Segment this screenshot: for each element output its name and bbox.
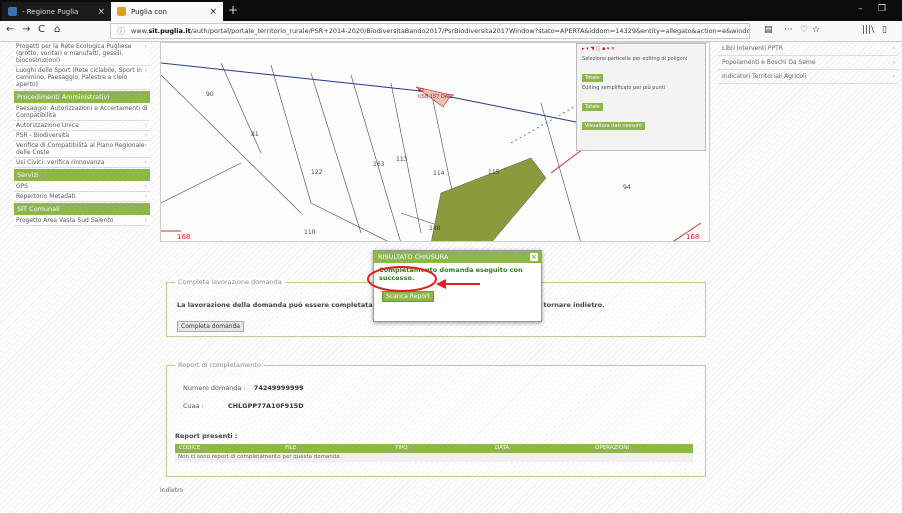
parcel-label: 168 [686, 233, 700, 241]
sidebar-item-area-vasta[interactable]: Progetto Area Vasta Sud Salento › [14, 216, 150, 226]
complete-domanda-button[interactable]: Completa domanda [177, 321, 245, 332]
sidebar-item-usi-civici[interactable]: Usi Civici: verifica rinnovanza › [14, 158, 150, 168]
column-header: CODICE [179, 445, 201, 451]
map-tool-icons[interactable]: ▸ ▾ ◥ ▢ ▪ ▾ ✕ [577, 44, 705, 54]
tab-regione-puglia[interactable]: - Regione Puglia × [2, 2, 111, 21]
cuaa: Cuaa : CHLGPP77A10F915D [183, 402, 304, 410]
parcel-label: 122 [311, 169, 323, 176]
column-header: OPERAZIONI [595, 445, 629, 451]
right-item-libri[interactable]: Libri Interventi PPTR › [718, 42, 898, 56]
minimize-icon[interactable]: – [858, 4, 863, 14]
parcel-label: 168 [177, 233, 191, 241]
browser-navbar: ← → C ⌂ ⓘ www. sit.puglia.it/auth/portal/… [0, 21, 902, 42]
result-dialog: RISULTATO CHIUSURA × Completamento doman… [373, 250, 542, 322]
bookmark-star-icon[interactable]: ☆ [812, 25, 820, 35]
reload-icon[interactable]: C [38, 24, 45, 35]
map-tools-panel: ▸ ▾ ◥ ▢ ▪ ▾ ✕ Selezione particelle per e… [576, 43, 706, 151]
tool-button[interactable]: Totale [582, 74, 603, 82]
tab-close-icon[interactable]: × [209, 7, 217, 17]
page-actions-icon[interactable]: ··· [784, 25, 793, 35]
parcel-label: 113 [396, 156, 408, 163]
right-item-popolamenti[interactable]: Popolamenti e Boschi Da Seme › [718, 56, 898, 70]
parcel-label: 115 [488, 169, 500, 176]
scarica-report-button[interactable]: Scarica Report [382, 291, 434, 302]
back-icon[interactable]: ← [6, 24, 14, 35]
back-link[interactable]: Indietro [160, 487, 183, 494]
tab-title: - Regione Puglia [22, 7, 79, 16]
url-prefix: www. [131, 27, 149, 35]
numero-domanda: Numero domanda :74249999999 [183, 384, 304, 392]
parcel-label: 110 [304, 229, 316, 236]
dialog-message: Completamento domanda eseguito con succe… [379, 266, 523, 282]
table-row: Non ci sono report di completamento per … [175, 453, 693, 462]
sidebar-item-gps[interactable]: GPS › [14, 182, 150, 192]
column-header: FILE [285, 445, 297, 451]
report-table-header: CODICE FILE TIPO DATA OPERAZIONI [175, 444, 693, 453]
sidebar-item-luoghi-sport[interactable]: Luoghi dello Sport (Rete ciclabile, Spor… [14, 66, 150, 90]
reports-title: Report presenti : [175, 432, 238, 440]
parcel-label: 94 [623, 184, 631, 191]
column-header: DATA [495, 445, 510, 451]
dialog-title: RISULTATO CHIUSURA [378, 253, 449, 261]
tab-close-icon[interactable]: × [97, 7, 105, 17]
tool-label: Editing semplificato per più punti [582, 85, 666, 91]
sidebar-toggle-icon[interactable]: ▯ [882, 25, 887, 35]
maximize-icon[interactable]: ❐ [878, 4, 886, 14]
sidebar-section-procedimenti[interactable]: Procedimenti Amministrativi [14, 91, 150, 103]
tab-puglia-con[interactable]: Puglia con × [111, 2, 223, 21]
column-header: TIPO [395, 445, 408, 451]
url-bar[interactable]: ⓘ www. sit.puglia.it/auth/portal/portale_… [110, 23, 750, 39]
tool-label: Selezione particelle per editing di poli… [582, 56, 688, 62]
sidebar-item-psr-biodiversita[interactable]: PSR - Biodiversità › [14, 131, 150, 141]
gis-map[interactable]: 90 81 122 163 113 114 115 94 148 110 168… [160, 42, 710, 242]
report-panel: Report di completamento Numero domanda :… [166, 361, 706, 477]
library-icon[interactable]: |||\ [862, 25, 874, 35]
url-domain: sit.puglia.it [148, 27, 191, 35]
panel-legend: Completa lavorazione domanda [175, 278, 285, 286]
panel-legend: Report di completamento [175, 361, 264, 369]
tab-title: Puglia con [131, 7, 167, 16]
new-tab-icon[interactable]: + [228, 3, 238, 17]
sidebar-item-autorizzazione-unica[interactable]: Autorizzazione Unica › [14, 121, 150, 131]
close-icon[interactable]: × [530, 253, 538, 261]
sidebar-item-piano-coste[interactable]: Verifica di Compatibilità al Piano Regio… [14, 141, 150, 158]
highlight-parcel-label: 92 USB 157 DALE [418, 88, 455, 100]
browser-tabbar: - Regione Puglia × Puglia con × + – ❐ [0, 0, 902, 21]
sidebar-item-rete-ecologica[interactable]: Progetti per la Rete Ecologica Pugliese … [14, 42, 150, 66]
parcel-label: 114 [433, 170, 445, 177]
regione-favicon-icon [8, 7, 17, 16]
right-item-indicatori[interactable]: Indicatori Territoriali Agricoli › [718, 70, 898, 84]
parcel-label: 90 [206, 91, 214, 98]
right-list: Libri Interventi PPTR › Popolamenti e Bos… [718, 42, 898, 84]
sidebar-section-servizi[interactable]: Servizi [14, 169, 150, 181]
parcel-label: 81 [251, 131, 259, 138]
left-sidebar: Progetti per la Rete Ecologica Pugliese … [14, 42, 150, 226]
forward-icon[interactable]: → [22, 24, 30, 35]
tool-button[interactable]: Visualizza dati nessuni [582, 122, 645, 130]
sidebar-item-paesaggio[interactable]: Paesaggio: Autorizzazioni e Accertamenti… [14, 104, 150, 121]
parcel-label: 163 [373, 161, 385, 168]
info-icon[interactable]: ⓘ [117, 26, 125, 37]
home-icon[interactable]: ⌂ [54, 24, 60, 35]
tool-button[interactable]: Totale [582, 103, 603, 111]
pocket-icon[interactable]: ♡ [800, 25, 808, 35]
sidebar-item-repertorio[interactable]: Repertorio Metadati › [14, 192, 150, 202]
sidebar-section-sit-comunali[interactable]: SIT Comunali [14, 203, 150, 215]
parcel-label: 148 [429, 225, 441, 232]
reader-icon[interactable]: ▤ [764, 25, 773, 35]
puglia-favicon-icon [117, 7, 126, 16]
url-path: /auth/portal/portale_territorio_rurale/P… [190, 27, 750, 35]
dialog-title-bar: RISULTATO CHIUSURA × [374, 251, 541, 263]
